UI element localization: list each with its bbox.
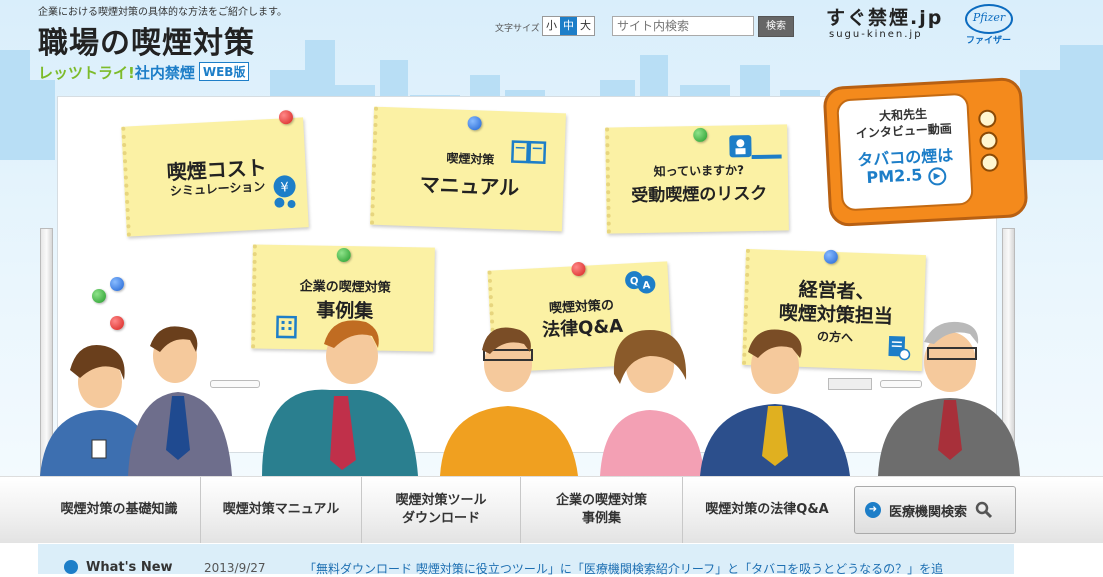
whats-new-icon	[64, 560, 78, 574]
medical-search-label: 医療機関検索	[889, 501, 967, 520]
blue-pushpin-icon	[467, 116, 481, 130]
note-passive-smoking-risk[interactable]: 知っていますか? 受動喫煙のリスク	[605, 124, 789, 233]
sugu-kinen-url: sugu-kinen.jp	[829, 29, 923, 40]
person-info-icon	[727, 132, 784, 165]
whats-new-section: What's New 2013/9/27 「無料ダウンロード 喫煙対策に役立つツ…	[38, 544, 1014, 574]
font-size-switcher: 小 中 大	[542, 16, 595, 36]
sugu-kinen-logo[interactable]: すぐ禁煙.jp	[826, 3, 943, 30]
nav-case-studies[interactable]: 企業の喫煙対策 事例集	[521, 477, 683, 543]
web-version-badge: WEB版	[199, 62, 250, 81]
blue-pushpin-icon	[824, 250, 838, 264]
site-tagline: 企業における喫煙対策の具体的な方法をご紹介します。	[38, 3, 287, 18]
magnifier-icon	[975, 501, 993, 519]
global-nav: 喫煙対策の基礎知識 喫煙対策マニュアル 喫煙対策ツール ダウンロード 企業の喫煙…	[0, 476, 1103, 543]
tv-knob-icon	[979, 131, 998, 150]
nav-tool-download[interactable]: 喫煙対策ツール ダウンロード	[362, 477, 521, 543]
note-cases-subtitle: 企業の喫煙対策	[256, 274, 434, 296]
page-title[interactable]: 職場の喫煙対策	[38, 18, 255, 62]
nav-manual[interactable]: 喫煙対策マニュアル	[201, 477, 362, 543]
tv-knob-icon	[980, 153, 999, 172]
subtitle-lets-try: レッツトライ!	[38, 64, 135, 82]
green-pushpin-icon	[337, 248, 351, 262]
font-size-large-button[interactable]: 大	[577, 17, 594, 35]
note-smoking-manual[interactable]: 喫煙対策 マニュアル	[370, 107, 566, 232]
font-size-label: 文字サイズ	[495, 21, 540, 34]
site-search-input[interactable]	[612, 16, 754, 36]
font-size-medium-button[interactable]: 中	[560, 17, 577, 35]
nav-basic-knowledge[interactable]: 喫煙対策の基礎知識	[38, 477, 201, 543]
whats-new-label: What's New	[86, 560, 173, 575]
red-pushpin-icon	[279, 110, 294, 125]
svg-text:Q: Q	[630, 276, 639, 287]
news-date: 2013/9/27	[204, 561, 266, 575]
yen-coin-icon: ¥	[270, 174, 300, 209]
subtitle-office-nosmoking: 社内禁煙	[135, 64, 195, 82]
note-risk-title: 受動喫煙のリスク	[610, 178, 788, 206]
medical-institution-search-button[interactable]: ➜ 医療機関検索	[854, 486, 1016, 534]
arrow-right-icon: ➜	[865, 502, 881, 518]
office-workers-illustration	[0, 300, 1103, 476]
page-subtitle: レッツトライ!社内禁煙WEB版	[38, 62, 249, 83]
site-search-button[interactable]: 検索	[758, 16, 794, 37]
news-link[interactable]: 「無料ダウンロード 喫煙対策に役立つツール」に「医療機関検索紹介リーフ」と「タバ…	[304, 560, 943, 577]
tv-knob-icon	[978, 109, 997, 128]
blue-pushpin-icon	[110, 277, 124, 291]
hero-banner: 企業における喫煙対策の具体的な方法をご紹介します。 職場の喫煙対策 レッツトライ…	[0, 0, 1103, 476]
note-smoking-cost-simulation[interactable]: 喫煙コスト シミュレーション ¥	[121, 117, 309, 236]
nav-law-qa[interactable]: 喫煙対策の法律Q&A	[683, 477, 851, 543]
qa-speech-bubble-icon: QA	[624, 268, 657, 298]
red-pushpin-icon	[571, 262, 586, 277]
play-icon: ▶	[928, 167, 947, 186]
tv-pm25-text: PM2.5	[866, 165, 923, 187]
font-size-small-button[interactable]: 小	[543, 17, 560, 35]
svg-text:A: A	[642, 280, 651, 291]
interview-video-tv[interactable]: 大和先生 インタビュー動画 タバコの煙は PM2.5 ▶	[822, 77, 1028, 227]
note-manual-title: マニュアル	[375, 167, 564, 203]
green-pushpin-icon	[693, 128, 707, 142]
pfizer-logo[interactable]: Pfizer	[965, 4, 1013, 34]
pfizer-name: ファイザー	[966, 33, 1011, 46]
book-icon	[510, 139, 547, 164]
tv-screen: 大和先生 インタビュー動画 タバコの煙は PM2.5 ▶	[836, 93, 974, 212]
svg-text:¥: ¥	[280, 180, 289, 195]
